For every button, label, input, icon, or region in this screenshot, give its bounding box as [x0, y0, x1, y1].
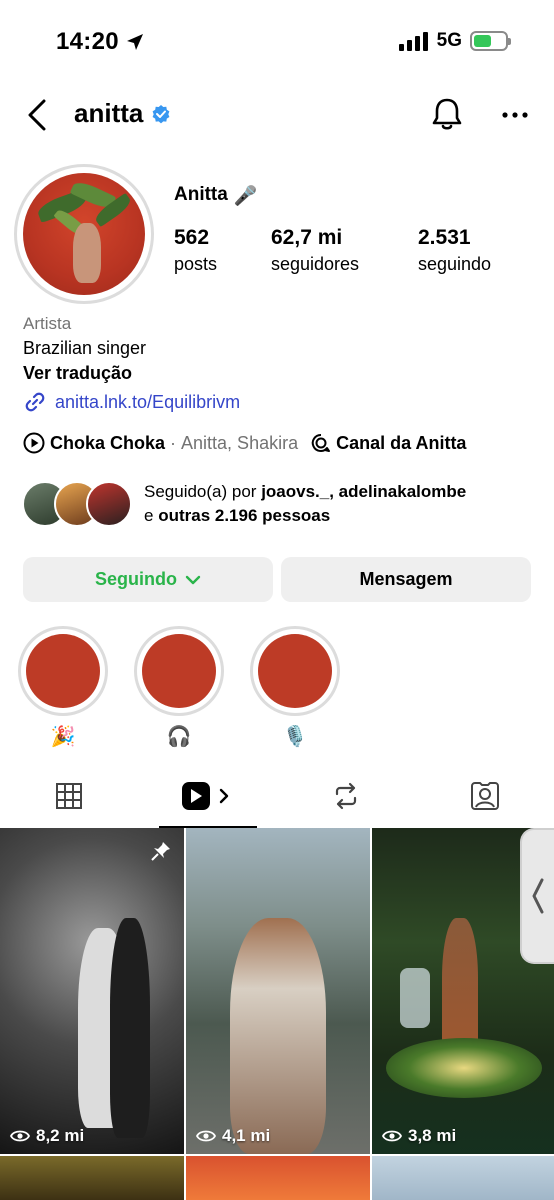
- view-count: 3,8 mi: [382, 1126, 456, 1146]
- highlight-item[interactable]: 🎉: [18, 626, 108, 748]
- chevron-left-icon: [532, 878, 544, 914]
- song-title[interactable]: Choka Choka: [50, 433, 165, 454]
- followed-by-text: Seguido(a) por joaovs._, adelinakalombe …: [144, 480, 466, 528]
- following-button[interactable]: Seguindo: [23, 557, 273, 602]
- status-bar: 14:20 5G: [0, 0, 554, 80]
- location-arrow-icon: [126, 34, 143, 50]
- bell-icon[interactable]: [430, 96, 464, 132]
- views-text: 4,1 mi: [222, 1126, 271, 1145]
- stat-label: seguidores: [271, 254, 360, 274]
- highlight-item[interactable]: 🎧: [134, 626, 224, 748]
- verified-badge-icon: [152, 104, 170, 123]
- reels-grid: 8,2 mi 4,1 mi 3,8 mi: [0, 828, 554, 1200]
- followed-middle: e: [144, 506, 154, 525]
- content-tabs: [0, 764, 554, 828]
- tagged-person-icon: [470, 782, 499, 810]
- eye-icon: [196, 1130, 216, 1142]
- followed-prefix: Seguido(a) por: [144, 482, 257, 501]
- channel-link[interactable]: Canal da Anitta: [336, 433, 466, 454]
- tab-grid[interactable]: [0, 764, 139, 828]
- followed-names: joaovs._, adelinakalombe: [261, 482, 467, 501]
- eye-icon: [382, 1130, 402, 1142]
- more-options-icon[interactable]: [502, 100, 528, 130]
- follower-avatar: [86, 481, 132, 527]
- highlight-cover: [142, 634, 216, 708]
- music-channel-row: Choka Choka · Anitta, Shakira Canal da A…: [23, 432, 466, 454]
- stat-label: posts: [174, 254, 218, 274]
- eye-icon: [10, 1130, 30, 1142]
- action-buttons: Seguindo Mensagem: [23, 557, 531, 602]
- views-text: 3,8 mi: [408, 1126, 457, 1145]
- tab-tagged[interactable]: [416, 764, 554, 828]
- profile-bio: Artista Brazilian singer Ver tradução an…: [23, 314, 533, 414]
- network-label: 5G: [436, 30, 462, 51]
- bio-category: Artista: [23, 314, 72, 333]
- message-button[interactable]: Mensagem: [281, 557, 531, 602]
- translate-link[interactable]: Ver tradução: [23, 363, 533, 384]
- profile-avatar[interactable]: [14, 164, 154, 304]
- view-count: 4,1 mi: [196, 1126, 270, 1146]
- song-artists: Anitta, Shakira: [181, 432, 299, 453]
- pin-icon: [151, 842, 170, 861]
- message-label: Mensagem: [359, 569, 453, 589]
- profile-header: anitta: [0, 90, 554, 140]
- time-text: 14:20: [56, 28, 119, 55]
- stat-posts[interactable]: 562 posts: [174, 226, 271, 275]
- link-text: anitta.lnk.to/Equilibrivm: [55, 391, 241, 412]
- back-chevron-icon[interactable]: [24, 98, 54, 132]
- highlight-item[interactable]: 🎙️: [250, 626, 340, 748]
- reel-thumbnail[interactable]: 8,2 mi: [0, 828, 184, 1154]
- grid-icon: [56, 783, 83, 809]
- views-text: 8,2 mi: [36, 1126, 85, 1145]
- username-title: anitta: [74, 98, 144, 128]
- reel-thumbnail[interactable]: [0, 1156, 184, 1200]
- status-time: 14:20: [56, 28, 145, 56]
- highlight-cover: [258, 634, 332, 708]
- tab-reposts[interactable]: [277, 764, 416, 828]
- play-circle-icon: [23, 432, 45, 454]
- battery-icon: [470, 31, 511, 51]
- name-emoji: 🎤: [233, 186, 258, 207]
- reel-thumbnail[interactable]: [186, 1156, 370, 1200]
- following-label: Seguindo: [95, 569, 177, 589]
- stat-followers[interactable]: 62,7 mi seguidores: [271, 226, 418, 275]
- external-link[interactable]: anitta.lnk.to/Equilibrivm: [23, 390, 533, 414]
- highlight-label: 🎧: [166, 726, 192, 748]
- repost-icon: [336, 782, 357, 810]
- signal-icon: [398, 32, 428, 51]
- reel-thumbnail[interactable]: 4,1 mi: [186, 828, 370, 1154]
- reel-thumbnail[interactable]: [372, 1156, 554, 1200]
- stat-following[interactable]: 2.531 seguindo: [418, 226, 491, 275]
- view-count: 8,2 mi: [10, 1126, 84, 1146]
- stat-value: 2.531: [418, 226, 471, 249]
- stat-value: 62,7 mi: [271, 226, 343, 249]
- followed-by[interactable]: Seguido(a) por joaovs._, adelinakalombe …: [22, 480, 466, 528]
- highlight-label: 🎙️: [282, 726, 308, 748]
- reels-play-icon: [181, 782, 228, 810]
- stat-value: 562: [174, 226, 210, 249]
- avatar-image: [23, 173, 145, 295]
- chevron-down-icon: [185, 575, 201, 584]
- separator: ·: [170, 432, 177, 453]
- side-panel-handle[interactable]: [520, 828, 554, 964]
- tab-reels[interactable]: [139, 764, 278, 828]
- highlight-cover: [26, 634, 100, 708]
- bio-text: Brazilian singer: [23, 338, 147, 358]
- stat-label: seguindo: [418, 254, 492, 274]
- profile-stats: 562 posts 62,7 mi seguidores 2.531 segui…: [174, 226, 491, 275]
- followed-others: outras 2.196 pessoas: [158, 506, 331, 525]
- threads-channel-icon: [311, 433, 331, 452]
- link-icon: [25, 392, 45, 412]
- story-highlights: 🎉 🎧 🎙️: [18, 626, 340, 748]
- display-name: Anitta: [174, 184, 228, 205]
- highlight-label: 🎉: [50, 726, 76, 748]
